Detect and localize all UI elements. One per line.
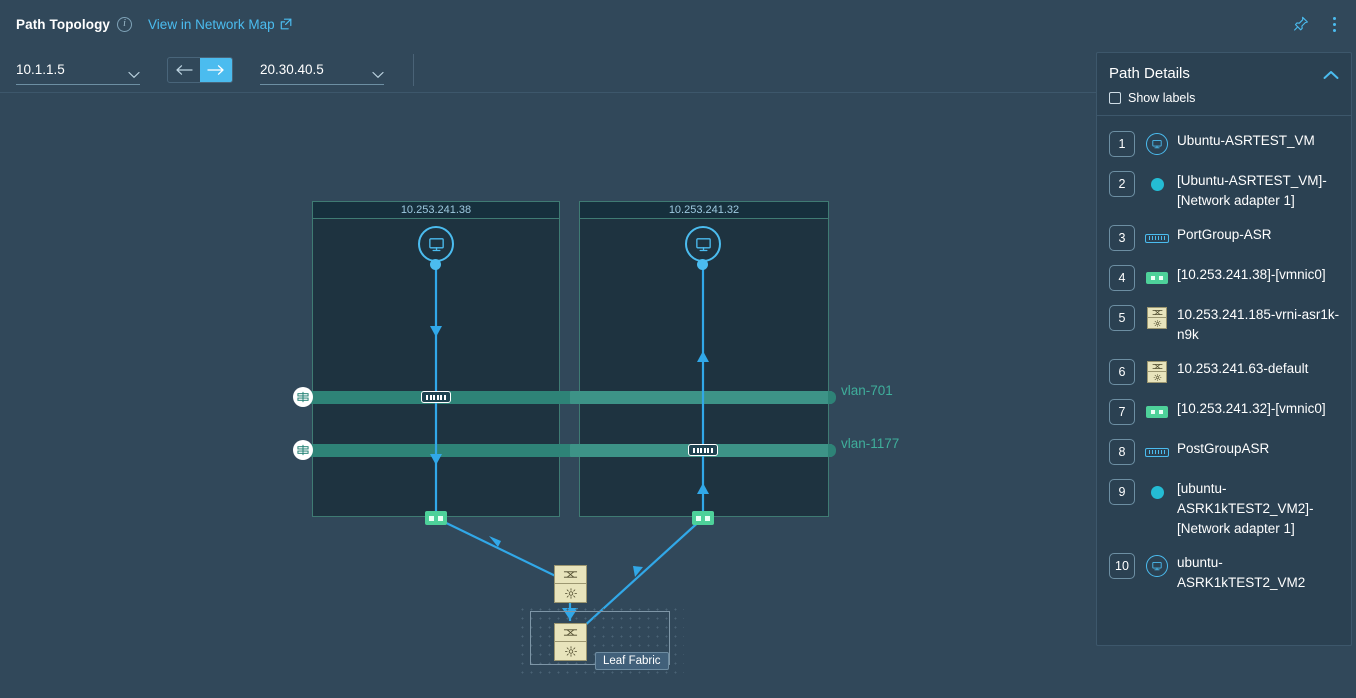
chevron-down-icon <box>372 66 384 78</box>
show-labels-checkbox[interactable] <box>1109 92 1121 104</box>
vlan-1177-bar-cap <box>828 444 836 457</box>
list-item[interactable]: 10 ubuntu-ASRK1kTEST2_VM2 <box>1097 546 1351 600</box>
hop-label: [10.253.241.32]-[vmnic0] <box>1177 401 1326 416</box>
hop-number: 7 <box>1109 399 1135 425</box>
page-title: Path Topology <box>16 16 111 32</box>
hop-label: [Ubuntu-ASRTEST_VM]-[Network adapter 1] <box>1177 173 1327 208</box>
port-group-icon-2[interactable] <box>688 444 718 456</box>
desktop-vm-icon <box>1145 553 1169 579</box>
port-group-icon <box>1145 225 1169 251</box>
network-device-icon <box>1145 359 1169 385</box>
vlan-701-label: vlan-701 <box>841 383 893 398</box>
path-details-panel: Path Details Show labels 1 Ubuntu-ASRTES… <box>1096 52 1352 646</box>
list-item[interactable]: 1 Ubuntu-ASRTEST_VM <box>1097 124 1351 164</box>
vlan-1177-label: vlan-1177 <box>841 436 900 451</box>
path-topology-app: Path Topology i View in Network Map 10.1… <box>0 0 1356 698</box>
vlan-701-switch-icon[interactable] <box>293 387 313 407</box>
vmnic-icon-2[interactable] <box>692 511 714 525</box>
device-stack-leaf[interactable] <box>554 623 587 661</box>
list-item[interactable]: 2 [Ubuntu-ASRTEST_VM]-[Network adapter 1… <box>1097 164 1351 218</box>
show-labels-label: Show labels <box>1128 91 1196 105</box>
hop-number: 2 <box>1109 171 1135 197</box>
header-actions <box>1292 0 1342 48</box>
hop-number: 4 <box>1109 265 1135 291</box>
vmnic-icon <box>1145 399 1169 425</box>
destination-ip-value: 20.30.40.5 <box>260 62 324 77</box>
hop-label: Ubuntu-ASRTEST_VM <box>1177 133 1315 148</box>
source-ip-select[interactable]: 10.1.1.5 <box>16 55 140 85</box>
info-icon[interactable]: i <box>117 16 133 32</box>
hop-label: PostGroupASR <box>1177 441 1270 456</box>
chevron-down-icon <box>128 66 140 78</box>
hop-number: 10 <box>1109 553 1135 579</box>
host-box-2-label: 10.253.241.32 <box>580 202 828 219</box>
vmnic-icon <box>1145 265 1169 291</box>
kebab-menu-icon[interactable] <box>1326 15 1342 33</box>
network-adapter-dot-icon <box>1145 171 1169 197</box>
leaf-fabric-label: Leaf Fabric <box>595 652 669 670</box>
hop-label: ubuntu-ASRK1kTEST2_VM2 <box>1177 555 1306 590</box>
hop-label: PortGroup-ASR <box>1177 227 1272 242</box>
direction-forward-button[interactable] <box>200 58 232 82</box>
router-icon <box>554 584 587 603</box>
hop-label: [10.253.241.38]-[vmnic0] <box>1177 267 1326 282</box>
list-item[interactable]: 3 PortGroup-ASR <box>1097 218 1351 258</box>
direction-reverse-button[interactable] <box>168 58 200 82</box>
hop-number: 3 <box>1109 225 1135 251</box>
switch-icon <box>554 623 587 642</box>
port-group-icon <box>1145 439 1169 465</box>
vm-node-2[interactable] <box>685 226 721 262</box>
network-adapter-dot-icon <box>1145 479 1169 505</box>
topology-canvas[interactable]: 10.253.241.38 10.253.241.32 vlan-701 vla… <box>0 93 1096 698</box>
desktop-vm-icon <box>1145 131 1169 157</box>
list-item[interactable]: 9 [ubuntu-ASRK1kTEST2_VM2]-[Network adap… <box>1097 472 1351 546</box>
hop-label: 10.253.241.63-default <box>1177 361 1309 376</box>
list-item[interactable]: 6 10.253.241.63-default <box>1097 352 1351 392</box>
path-details-title: Path Details <box>1109 65 1190 82</box>
hop-number: 6 <box>1109 359 1135 385</box>
vlan-701-bar-right[interactable] <box>570 391 832 404</box>
chevron-up-icon[interactable] <box>1323 67 1339 85</box>
list-item[interactable]: 5 10.253.241.185-vrni-asr1k-n9k <box>1097 298 1351 352</box>
view-in-network-map-link[interactable]: View in Network Map <box>148 17 292 32</box>
hop-number: 1 <box>1109 131 1135 157</box>
direction-toggle-group <box>167 57 233 83</box>
switch-icon <box>554 565 587 584</box>
device-stack-upper[interactable] <box>554 565 587 603</box>
list-item[interactable]: 4 [10.253.241.38]-[vmnic0] <box>1097 258 1351 298</box>
toolbar-divider <box>413 54 414 86</box>
external-link-icon <box>280 18 292 30</box>
network-device-icon <box>1145 305 1169 331</box>
vm-node-1[interactable] <box>418 226 454 262</box>
hop-label: 10.253.241.185-vrni-asr1k-n9k <box>1177 307 1340 342</box>
vlan-701-bar-cap <box>828 391 836 404</box>
vlan-1177-switch-icon[interactable] <box>293 440 313 460</box>
vm-node-1-connector <box>430 259 441 270</box>
hop-label: [ubuntu-ASRK1kTEST2_VM2]-[Network adapte… <box>1177 481 1314 536</box>
hop-number: 8 <box>1109 439 1135 465</box>
hop-number: 5 <box>1109 305 1135 331</box>
router-icon <box>554 642 587 661</box>
list-item[interactable]: 8 PostGroupASR <box>1097 432 1351 472</box>
pin-icon[interactable] <box>1292 15 1310 33</box>
vm-node-2-connector <box>697 259 708 270</box>
vmnic-icon-1[interactable] <box>425 511 447 525</box>
list-item[interactable]: 7 [10.253.241.32]-[vmnic0] <box>1097 392 1351 432</box>
port-group-icon-1[interactable] <box>421 391 451 403</box>
view-in-network-map-label: View in Network Map <box>148 16 275 32</box>
source-ip-value: 10.1.1.5 <box>16 62 65 77</box>
hop-number: 9 <box>1109 479 1135 505</box>
path-details-header: Path Details Show labels <box>1097 53 1351 116</box>
path-toolbar: 10.1.1.5 20.30.40.5 <box>0 48 1096 92</box>
header-bar: Path Topology i View in Network Map <box>0 0 1356 48</box>
host-box-1-label: 10.253.241.38 <box>313 202 559 219</box>
show-labels-toggle[interactable]: Show labels <box>1109 91 1337 105</box>
destination-ip-select[interactable]: 20.30.40.5 <box>260 55 384 85</box>
path-hops-list[interactable]: 1 Ubuntu-ASRTEST_VM 2 [Ubuntu-ASRTEST_VM… <box>1097 116 1351 645</box>
